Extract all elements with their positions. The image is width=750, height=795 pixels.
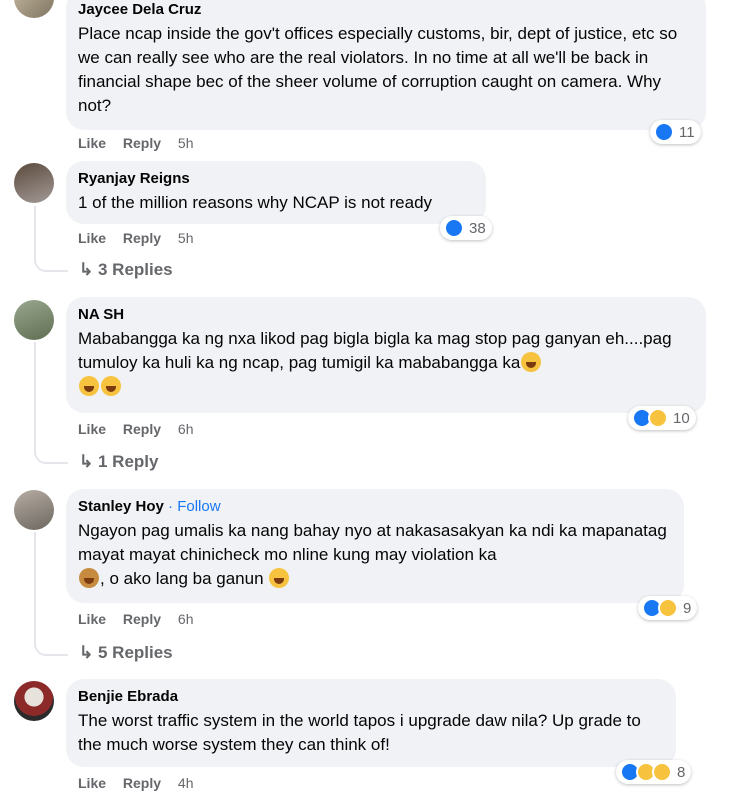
person-emoji-icon xyxy=(79,568,99,588)
reaction-summary[interactable]: 11 xyxy=(650,120,701,144)
avatar[interactable] xyxy=(14,681,54,721)
comment-text: The worst traffic system in the world ta… xyxy=(78,711,641,754)
reply-button[interactable]: Reply xyxy=(123,611,161,627)
commenter-name[interactable]: NA SH xyxy=(78,305,694,324)
view-replies-link[interactable]: ↳ 3 Replies xyxy=(79,260,173,280)
view-replies-link[interactable]: ↳ 1 Reply xyxy=(79,452,158,472)
thread-line xyxy=(34,206,68,272)
reaction-summary[interactable]: 8 xyxy=(616,760,692,784)
like-reaction-icon xyxy=(444,218,464,238)
like-button[interactable]: Like xyxy=(78,775,106,791)
reply-button[interactable]: Reply xyxy=(123,230,161,246)
comment-bubble: Stanley Hoy · Follow Ngayon pag umalis k… xyxy=(66,489,684,603)
commenter-name[interactable]: Stanley Hoy · Follow xyxy=(78,497,672,516)
like-button[interactable]: Like xyxy=(78,611,106,627)
comment-actions: Like Reply 5h xyxy=(78,230,207,246)
comment-text: Mababangga ka ng nxa likod pag bigla big… xyxy=(78,327,694,399)
reaction-summary[interactable]: 10 xyxy=(628,406,696,430)
timestamp[interactable]: 4h xyxy=(178,775,194,791)
timestamp[interactable]: 6h xyxy=(178,611,194,627)
avatar[interactable] xyxy=(14,163,54,203)
timestamp[interactable]: 5h xyxy=(178,135,194,151)
laughing-emoji-icon xyxy=(521,352,542,372)
haha-reaction-icon xyxy=(648,408,668,428)
wow-reaction-icon xyxy=(652,762,672,782)
timestamp[interactable]: 6h xyxy=(178,421,194,437)
reply-button[interactable]: Reply xyxy=(123,421,161,437)
comment-actions: Like Reply 6h xyxy=(78,611,207,627)
comment-bubble: Ryanjay Reigns 1 of the million reasons … xyxy=(66,161,486,224)
laughing-emoji-icon xyxy=(79,376,99,396)
like-reaction-icon xyxy=(654,122,674,142)
comment-text: 1 of the million reasons why NCAP is not… xyxy=(78,193,433,212)
thread-line xyxy=(34,532,68,656)
commenter-name[interactable]: Benjie Ebrada xyxy=(78,687,664,706)
reaction-summary[interactable]: 9 xyxy=(638,596,698,620)
comment-actions: Like Reply 5h xyxy=(78,135,207,151)
laughing-emoji-icon xyxy=(101,376,121,396)
rofl-emoji-icon xyxy=(269,568,290,588)
reply-button[interactable]: Reply xyxy=(123,775,161,791)
avatar[interactable] xyxy=(14,0,54,18)
reaction-summary[interactable]: 38 xyxy=(440,216,492,240)
like-button[interactable]: Like xyxy=(78,230,106,246)
commenter-name[interactable]: Jaycee Dela Cruz xyxy=(78,0,694,19)
reply-button[interactable]: Reply xyxy=(123,135,161,151)
comment-text: Ngayon pag umalis ka nang bahay nyo at n… xyxy=(78,521,667,588)
comment-bubble: NA SH Mababangga ka ng nxa likod pag big… xyxy=(66,297,706,413)
like-button[interactable]: Like xyxy=(78,421,106,437)
comment-actions: Like Reply 4h xyxy=(78,775,207,791)
avatar[interactable] xyxy=(14,300,54,340)
timestamp[interactable]: 5h xyxy=(178,230,194,246)
comment-bubble: Jaycee Dela Cruz Place ncap inside the g… xyxy=(66,0,706,130)
reply-arrow-icon: ↳ xyxy=(79,452,94,471)
comment-actions: Like Reply 6h xyxy=(78,421,207,437)
reply-arrow-icon: ↳ xyxy=(79,643,94,662)
comment-text: Place ncap inside the gov't offices espe… xyxy=(78,24,678,115)
haha-reaction-icon xyxy=(658,598,678,618)
comment-bubble: Benjie Ebrada The worst traffic system i… xyxy=(66,679,676,767)
thread-line xyxy=(34,342,68,464)
commenter-name[interactable]: Ryanjay Reigns xyxy=(78,169,474,188)
follow-link[interactable]: · Follow xyxy=(168,498,221,515)
like-button[interactable]: Like xyxy=(78,135,106,151)
view-replies-link[interactable]: ↳ 5 Replies xyxy=(79,643,173,663)
avatar[interactable] xyxy=(14,490,54,530)
reply-arrow-icon: ↳ xyxy=(79,260,94,279)
